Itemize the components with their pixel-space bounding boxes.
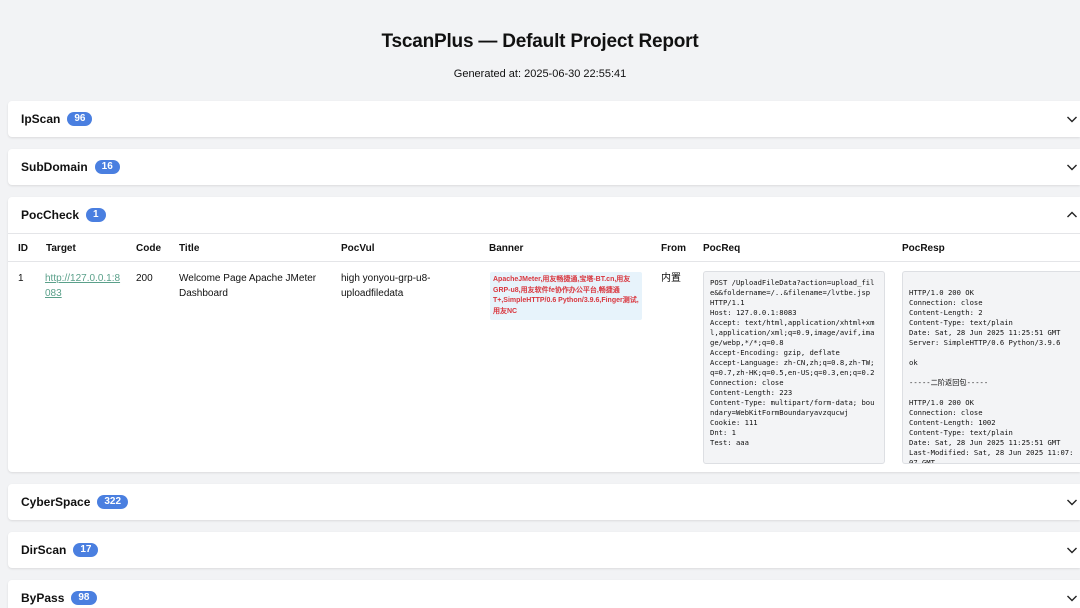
chevron-down-icon[interactable] <box>1066 496 1078 508</box>
section-header-bypass[interactable]: ByPass 98 <box>8 580 1080 608</box>
chevron-down-icon[interactable] <box>1066 592 1078 604</box>
section-header-ipscan[interactable]: IpScan 96 <box>8 101 1080 137</box>
count-badge: 322 <box>97 495 129 509</box>
section-title: ByPass <box>21 591 65 605</box>
section-title: DirScan <box>21 543 67 557</box>
section-title: IpScan <box>21 112 61 126</box>
col-header-pocvul: PocVul <box>341 243 375 254</box>
count-badge: 17 <box>73 543 99 557</box>
col-header-from: From <box>661 243 686 254</box>
count-badge: 96 <box>67 112 93 126</box>
col-header-code: Code <box>136 243 161 254</box>
col-header-id: ID <box>18 243 28 254</box>
col-header-pocresp: PocResp <box>902 243 945 254</box>
generated-timestamp: Generated at: 2025-06-30 22:55:41 <box>453 68 627 80</box>
section-header-poccheck[interactable]: PocCheck 1 <box>8 197 1080 233</box>
cell-id: 1 <box>18 273 24 284</box>
section-header-subdomain[interactable]: SubDomain 16 <box>8 149 1080 185</box>
count-badge: 1 <box>86 208 106 222</box>
section-title: SubDomain <box>21 160 88 174</box>
cell-from: 内置 <box>661 273 681 284</box>
section-cyberspace: CyberSpace 322 <box>8 484 1080 520</box>
target-link[interactable]: http://127.0.0.1:8083 <box>45 271 121 301</box>
section-poccheck: PocCheck 1 ID Target Code Title PocVul B… <box>8 197 1080 472</box>
section-header-cyberspace[interactable]: CyberSpace 322 <box>8 484 1080 520</box>
section-bypass: ByPass 98 <box>8 580 1080 608</box>
banner-tags: ApacheJMeter,用友畅捷通,宝塔-BT.cn,用友GRP-u8,用友软… <box>490 272 642 320</box>
chevron-down-icon[interactable] <box>1066 161 1078 173</box>
col-header-pocreq: PocReq <box>703 243 741 254</box>
section-title: CyberSpace <box>21 495 91 509</box>
count-badge: 98 <box>71 591 97 605</box>
poc-table: ID Target Code Title PocVul Banner From … <box>8 233 1080 472</box>
cell-code: 200 <box>136 273 153 284</box>
cell-title: Welcome Page Apache JMeter Dashboard <box>179 273 317 299</box>
cell-pocvul: high yonyou-grp-u8-uploadfiledata <box>341 273 431 299</box>
chevron-down-icon[interactable] <box>1066 113 1078 125</box>
chevron-down-icon[interactable] <box>1066 544 1078 556</box>
table-header-row: ID Target Code Title PocVul Banner From … <box>8 233 1080 262</box>
page-title: TscanPlus — Default Project Report <box>381 31 699 52</box>
section-title: PocCheck <box>21 208 80 222</box>
section-subdomain: SubDomain 16 <box>8 149 1080 185</box>
pocreq-code-block[interactable]: POST /UploadFileData?action=upload_file&… <box>703 271 885 464</box>
col-header-title: Title <box>179 243 200 254</box>
chevron-up-icon[interactable] <box>1066 209 1078 221</box>
section-dirscan: DirScan 17 <box>8 532 1080 568</box>
report-sections: IpScan 96 SubDomain 16 PocCheck 1 ID Tar… <box>8 101 1080 608</box>
pocresp-code-block[interactable]: HTTP/1.0 200 OK Connection: close Conten… <box>902 271 1080 464</box>
col-header-banner: Banner <box>489 243 524 254</box>
count-badge: 16 <box>94 160 120 174</box>
col-header-target: Target <box>46 243 76 254</box>
table-row: 1 http://127.0.0.1:8083 200 Welcome Page… <box>8 262 1080 472</box>
section-ipscan: IpScan 96 <box>8 101 1080 137</box>
section-header-dirscan[interactable]: DirScan 17 <box>8 532 1080 568</box>
